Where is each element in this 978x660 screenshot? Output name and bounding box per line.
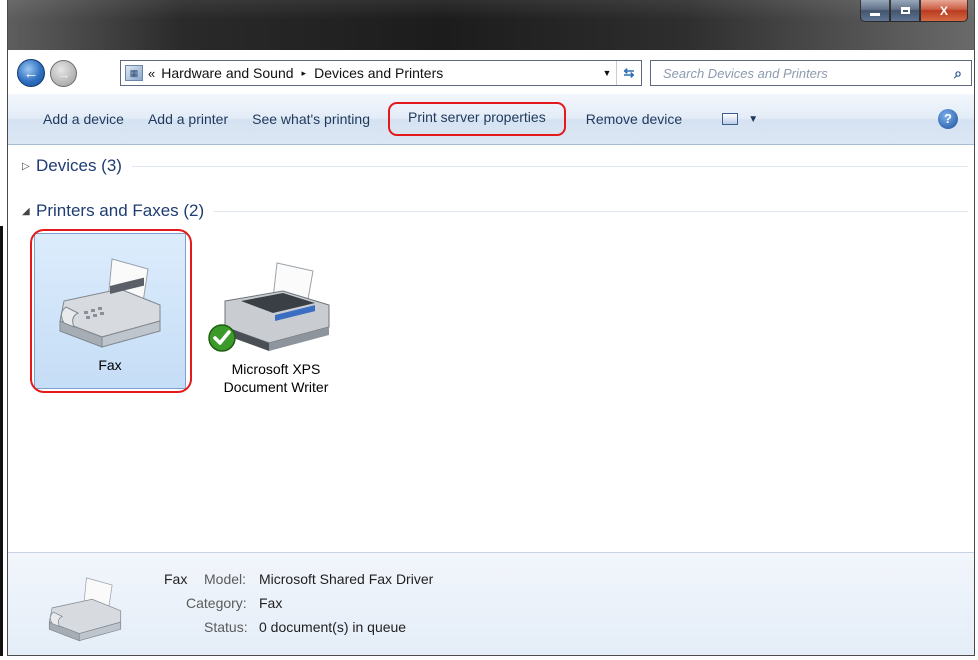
address-dropdown-icon[interactable]: ▼ xyxy=(598,68,616,78)
forward-arrow-icon: → xyxy=(56,65,71,82)
minimize-icon xyxy=(870,13,880,16)
fax-machine-icon xyxy=(59,258,161,348)
view-icon xyxy=(722,113,739,125)
device-item-label: Fax xyxy=(98,357,122,373)
device-item-label-line-1: Microsoft XPS xyxy=(231,361,321,377)
remove-device-button[interactable]: Remove device xyxy=(574,104,695,134)
breadcrumb-hardware-and-sound[interactable]: Hardware and Sound xyxy=(161,65,293,81)
search-input[interactable] xyxy=(661,64,945,82)
breadcrumb-overflow[interactable]: « xyxy=(148,66,155,81)
back-button[interactable]: ← xyxy=(17,59,45,87)
details-status-key: Status: xyxy=(204,619,248,635)
devices-and-printers-window: X ← → ▼ ▦ « Hardware and Sound ▸ Devices… xyxy=(7,0,975,656)
breadcrumb-devices-and-printers[interactable]: Devices and Printers xyxy=(314,65,443,81)
details-category-value: Fax xyxy=(259,595,283,611)
chevron-down-icon: ▼ xyxy=(748,113,759,125)
window-controls: X xyxy=(860,0,968,22)
default-printer-checkmark-icon xyxy=(208,324,236,352)
close-icon: X xyxy=(939,3,948,18)
device-item-xps-writer[interactable]: Microsoft XPS Document Writer xyxy=(201,257,351,396)
left-edge-shadow xyxy=(0,226,3,656)
details-pane: Fax Model: Microsoft Shared Fax Driver C… xyxy=(8,552,974,655)
recent-pages-dropdown[interactable]: ▼ xyxy=(80,67,90,77)
details-device-name: Fax xyxy=(164,571,188,587)
group-printers-label: Printers and Faxes (2) xyxy=(36,201,205,220)
group-divider xyxy=(214,210,968,212)
help-button[interactable]: ? xyxy=(938,109,958,129)
breadcrumb-separator-icon[interactable]: ▸ xyxy=(302,68,307,79)
navigation-bar: ← → ▼ ▦ « Hardware and Sound ▸ Devices a… xyxy=(8,56,974,88)
details-status-value: 0 document(s) in queue xyxy=(259,619,407,635)
search-icon[interactable]: ⌕ xyxy=(945,65,971,82)
devices-list: ▷ Devices (3) ◢ Printers and Faxes (2) F… xyxy=(8,145,974,552)
expand-arrow-icon[interactable]: ▷ xyxy=(22,161,36,172)
see-whats-printing-button[interactable]: See what's printing xyxy=(240,104,382,134)
add-device-button[interactable]: Add a device xyxy=(31,104,136,134)
print-server-properties-button[interactable]: Print server properties xyxy=(387,102,566,136)
maximize-icon xyxy=(900,7,910,14)
command-bar: Add a device Add a printer See what's pr… xyxy=(8,94,974,145)
title-bar[interactable]: X xyxy=(8,0,974,50)
search-box[interactable]: ⌕ xyxy=(650,60,972,86)
change-view-button[interactable]: ▼ xyxy=(722,113,758,125)
group-printers-header[interactable]: ◢ Printers and Faxes (2) xyxy=(22,201,968,221)
details-model-value: Microsoft Shared Fax Driver xyxy=(259,571,434,587)
group-devices-header[interactable]: ▷ Devices (3) xyxy=(22,156,968,176)
control-panel-icon: ▦ xyxy=(125,65,143,81)
device-item-label-line-2: Document Writer xyxy=(223,379,329,395)
group-divider xyxy=(131,165,968,167)
maximize-button[interactable] xyxy=(890,0,920,22)
close-button[interactable]: X xyxy=(920,0,968,22)
fax-machine-icon xyxy=(48,577,122,642)
group-devices-label: Devices (3) xyxy=(36,156,122,175)
add-printer-button[interactable]: Add a printer xyxy=(136,104,240,134)
address-bar[interactable]: ▦ « Hardware and Sound ▸ Devices and Pri… xyxy=(120,60,642,86)
collapse-arrow-icon[interactable]: ◢ xyxy=(22,206,36,217)
refresh-button[interactable]: ⇆ xyxy=(616,61,641,85)
minimize-button[interactable] xyxy=(860,0,890,22)
back-arrow-icon: ← xyxy=(23,64,39,82)
details-model-key: Model: xyxy=(204,571,247,587)
forward-button[interactable]: → xyxy=(50,60,77,87)
details-category-key: Category: xyxy=(186,595,247,611)
device-item-fax[interactable]: Fax xyxy=(35,255,185,374)
